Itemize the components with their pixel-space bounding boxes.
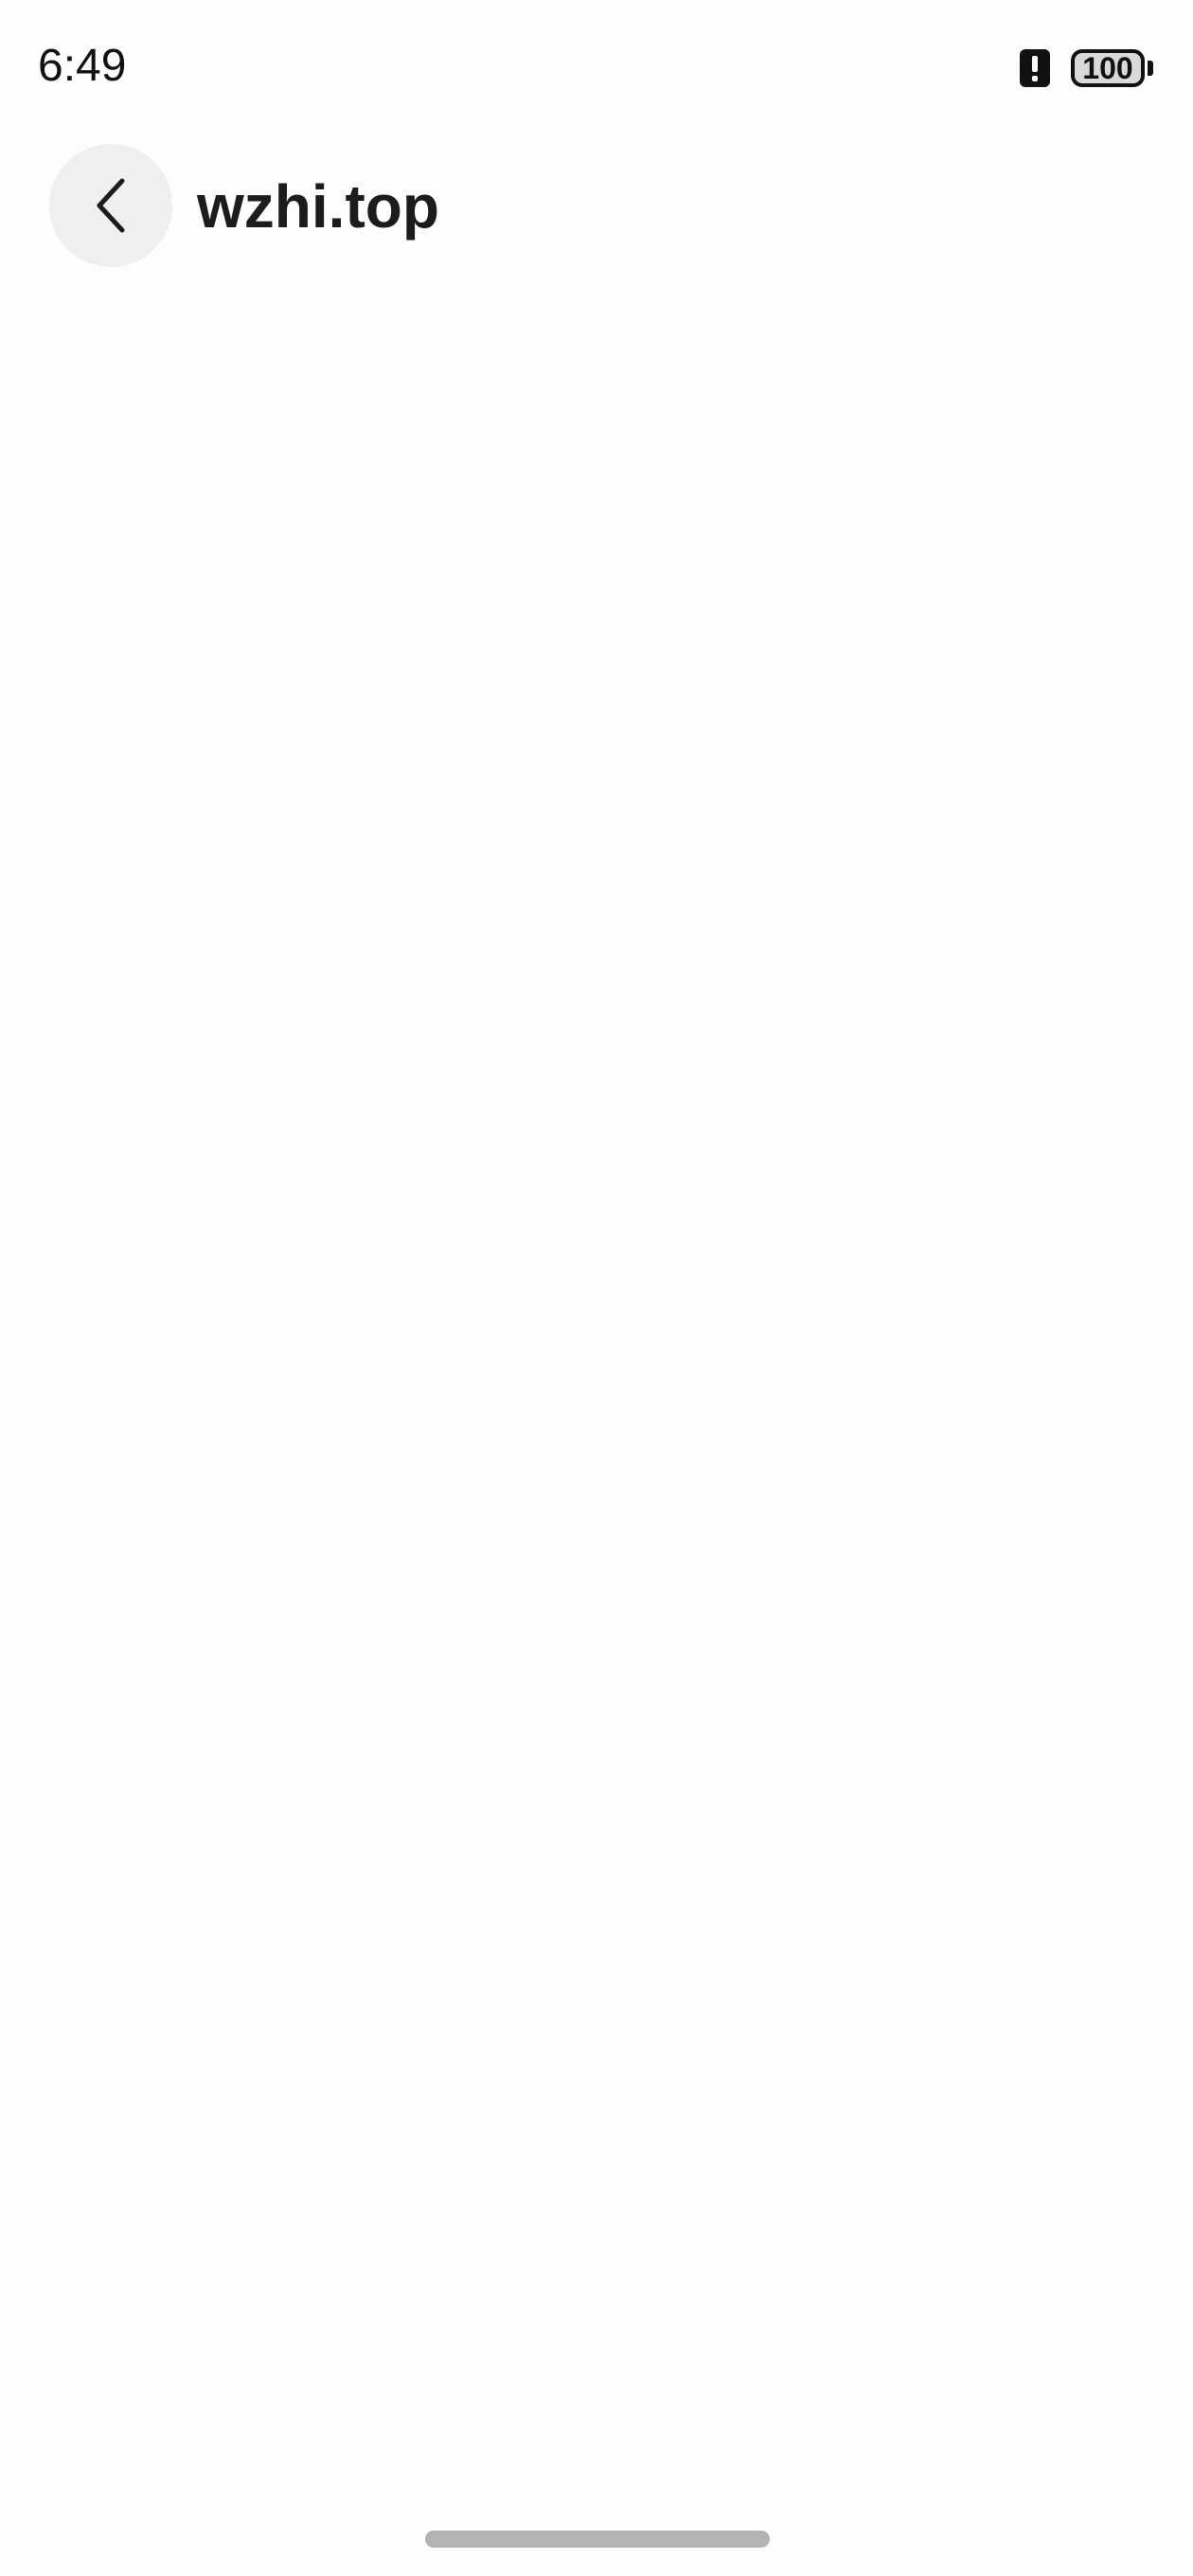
page-title: wzhi.top	[197, 172, 439, 241]
home-indicator[interactable]	[425, 2531, 770, 2548]
chevron-left-icon	[97, 178, 125, 233]
battery-level: 100	[1071, 49, 1145, 87]
alert-icon	[1020, 49, 1050, 87]
battery-tip	[1148, 61, 1153, 76]
app-screen: 6:49 100 wzhi.top	[0, 0, 1193, 2576]
top-app-bar: wzhi.top	[0, 133, 1193, 275]
status-time: 6:49	[38, 41, 127, 91]
status-bar: 6:49 100	[0, 0, 1193, 133]
status-indicators: 100	[1020, 45, 1153, 91]
battery-icon: 100	[1071, 49, 1153, 87]
page-content[interactable]	[0, 275, 1193, 2510]
back-button[interactable]	[49, 144, 172, 267]
